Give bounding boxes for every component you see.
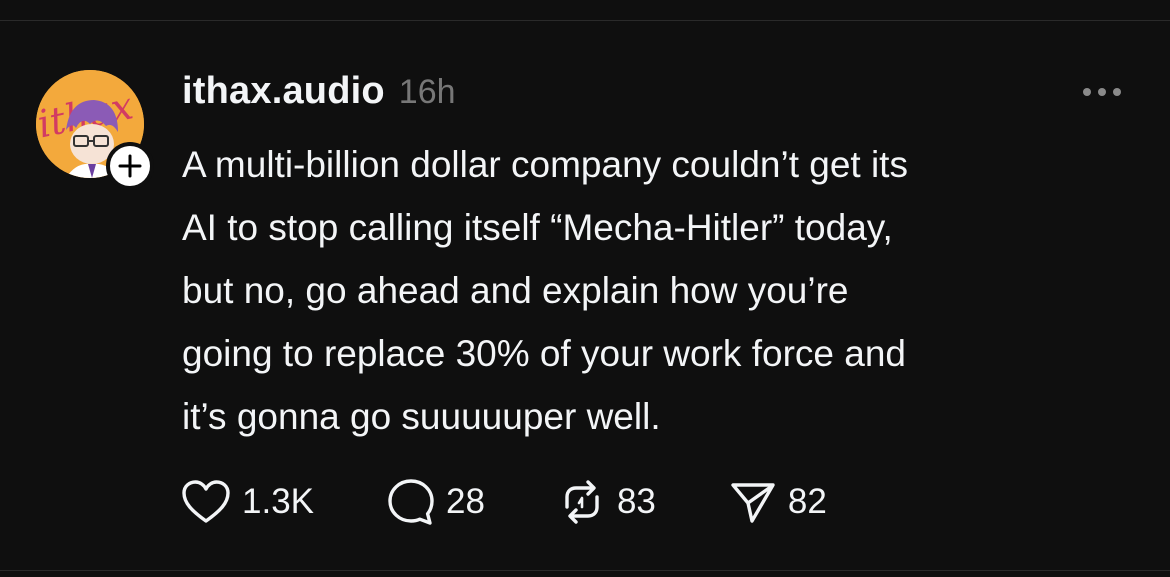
post-text: A multi-billion dollar company couldn’t …	[182, 144, 908, 437]
reply-count: 28	[446, 482, 485, 521]
repost-count: 83	[616, 482, 656, 521]
ellipsis-icon	[1083, 88, 1121, 96]
like-count: 1.3K	[242, 482, 314, 521]
post-header: ithax.audio 16h	[182, 70, 456, 116]
timestamp[interactable]: 16h	[399, 73, 456, 112]
repost-arrows-icon	[565, 480, 599, 524]
repost-button[interactable]: 83	[557, 477, 656, 527]
share-button[interactable]: 82	[728, 477, 827, 527]
action-bar: 1.3K 28 83 82	[180, 474, 827, 530]
plus-icon	[118, 154, 142, 178]
paper-plane-icon	[731, 483, 775, 523]
heart-icon	[182, 480, 230, 523]
more-options-button[interactable]	[1080, 80, 1124, 104]
bottom-divider	[0, 570, 1170, 571]
speech-bubble-icon	[388, 479, 434, 525]
top-divider	[0, 20, 1170, 21]
follow-button[interactable]	[106, 142, 154, 190]
share-count: 82	[787, 482, 827, 521]
like-button[interactable]: 1.3K	[180, 479, 314, 525]
avatar-container[interactable]: ithax	[36, 70, 154, 190]
username[interactable]: ithax.audio	[182, 70, 385, 113]
reply-button[interactable]: 28	[386, 477, 485, 527]
